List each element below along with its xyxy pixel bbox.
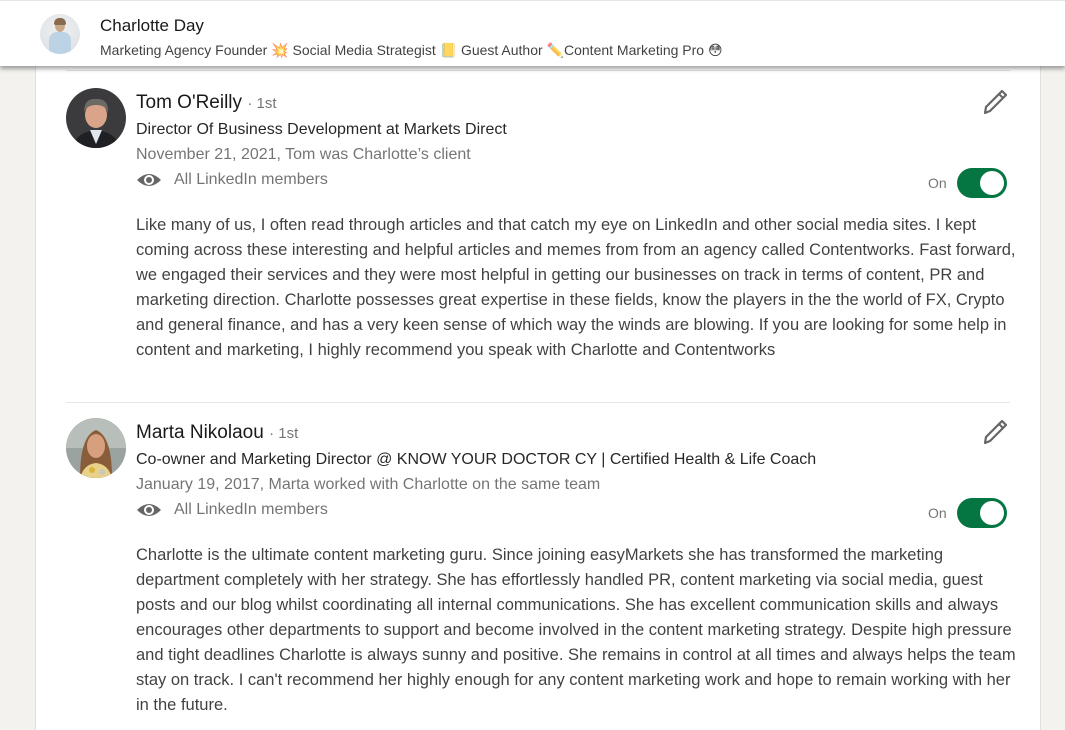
visibility-label: All LinkedIn members: [174, 171, 328, 188]
toggle-knob: [979, 171, 1004, 195]
show-recommendation-toggle[interactable]: [956, 168, 1007, 198]
connection-degree: · 1st: [269, 425, 299, 442]
recommendations-card: Tom O'Reilly · 1st Director Of Business …: [35, 66, 1041, 730]
recommendation-text: Like many of us, I often read through ar…: [136, 216, 1016, 359]
show-recommendation-toggle-group: On: [928, 498, 1007, 528]
collision-emoji-icon: 💥: [271, 42, 289, 58]
profile-avatar[interactable]: [40, 14, 80, 54]
avatar-body-shape: [49, 32, 71, 54]
recommender-name[interactable]: Tom O'Reilly · 1st: [136, 92, 277, 114]
pencil-emoji-icon: ✏️: [546, 42, 564, 58]
headline-text-1: Marketing Agency Founder: [100, 42, 272, 58]
edit-button[interactable]: [981, 418, 1009, 446]
recommendation-text: Charlotte is the ultimate content market…: [136, 546, 1016, 714]
flushed-face-emoji-icon: 😳: [707, 42, 723, 58]
visibility-setting: All LinkedIn members: [136, 171, 328, 189]
show-recommendation-toggle-group: On: [928, 168, 1007, 198]
eye-icon: [137, 504, 161, 516]
recommendation-date-relationship: January 19, 2017, Marta worked with Char…: [136, 476, 601, 493]
profile-name: Charlotte Day: [100, 16, 204, 35]
headline-text-3: Guest Author: [457, 42, 547, 58]
recommender-name[interactable]: Marta Nikolaou · 1st: [136, 422, 298, 444]
avatar-hair-shape: [54, 18, 66, 25]
recommender-photo-icon: [66, 418, 126, 478]
pencil-icon: [983, 419, 1008, 445]
profile-sticky-header: Charlotte Day Marketing Agency Founder 💥…: [0, 0, 1065, 66]
pencil-icon: [983, 89, 1008, 115]
headline-text-4: Content Marketing Pro: [564, 42, 708, 58]
divider: [66, 402, 1010, 403]
recommender-avatar[interactable]: [66, 88, 126, 148]
recommender-name-text[interactable]: Tom O'Reilly: [136, 92, 242, 113]
eye-icon: [137, 174, 161, 186]
show-recommendation-toggle[interactable]: [956, 498, 1007, 528]
recommender-avatar[interactable]: [66, 418, 126, 478]
edit-button[interactable]: [981, 88, 1009, 116]
toggle-knob: [979, 501, 1004, 525]
profile-headline: Marketing Agency Founder 💥 Social Media …: [100, 42, 723, 59]
recommendation-date-relationship: November 21, 2021, Tom was Charlotte’s c…: [136, 146, 471, 163]
toggle-label: On: [928, 175, 947, 191]
recommender-photo-icon: [66, 88, 126, 148]
divider: [66, 70, 1010, 71]
recommender-name-text[interactable]: Marta Nikolaou: [136, 422, 264, 443]
visibility-setting: All LinkedIn members: [136, 501, 328, 519]
headline-text-2: Social Media Strategist: [288, 42, 440, 58]
visibility-label: All LinkedIn members: [174, 501, 328, 518]
notebook-emoji-icon: 📒: [439, 42, 458, 58]
toggle-label: On: [928, 505, 947, 521]
recommender-title: Director Of Business Development at Mark…: [136, 121, 507, 138]
connection-degree: · 1st: [247, 95, 277, 112]
recommender-title: Co-owner and Marketing Director @ KNOW Y…: [136, 451, 817, 468]
